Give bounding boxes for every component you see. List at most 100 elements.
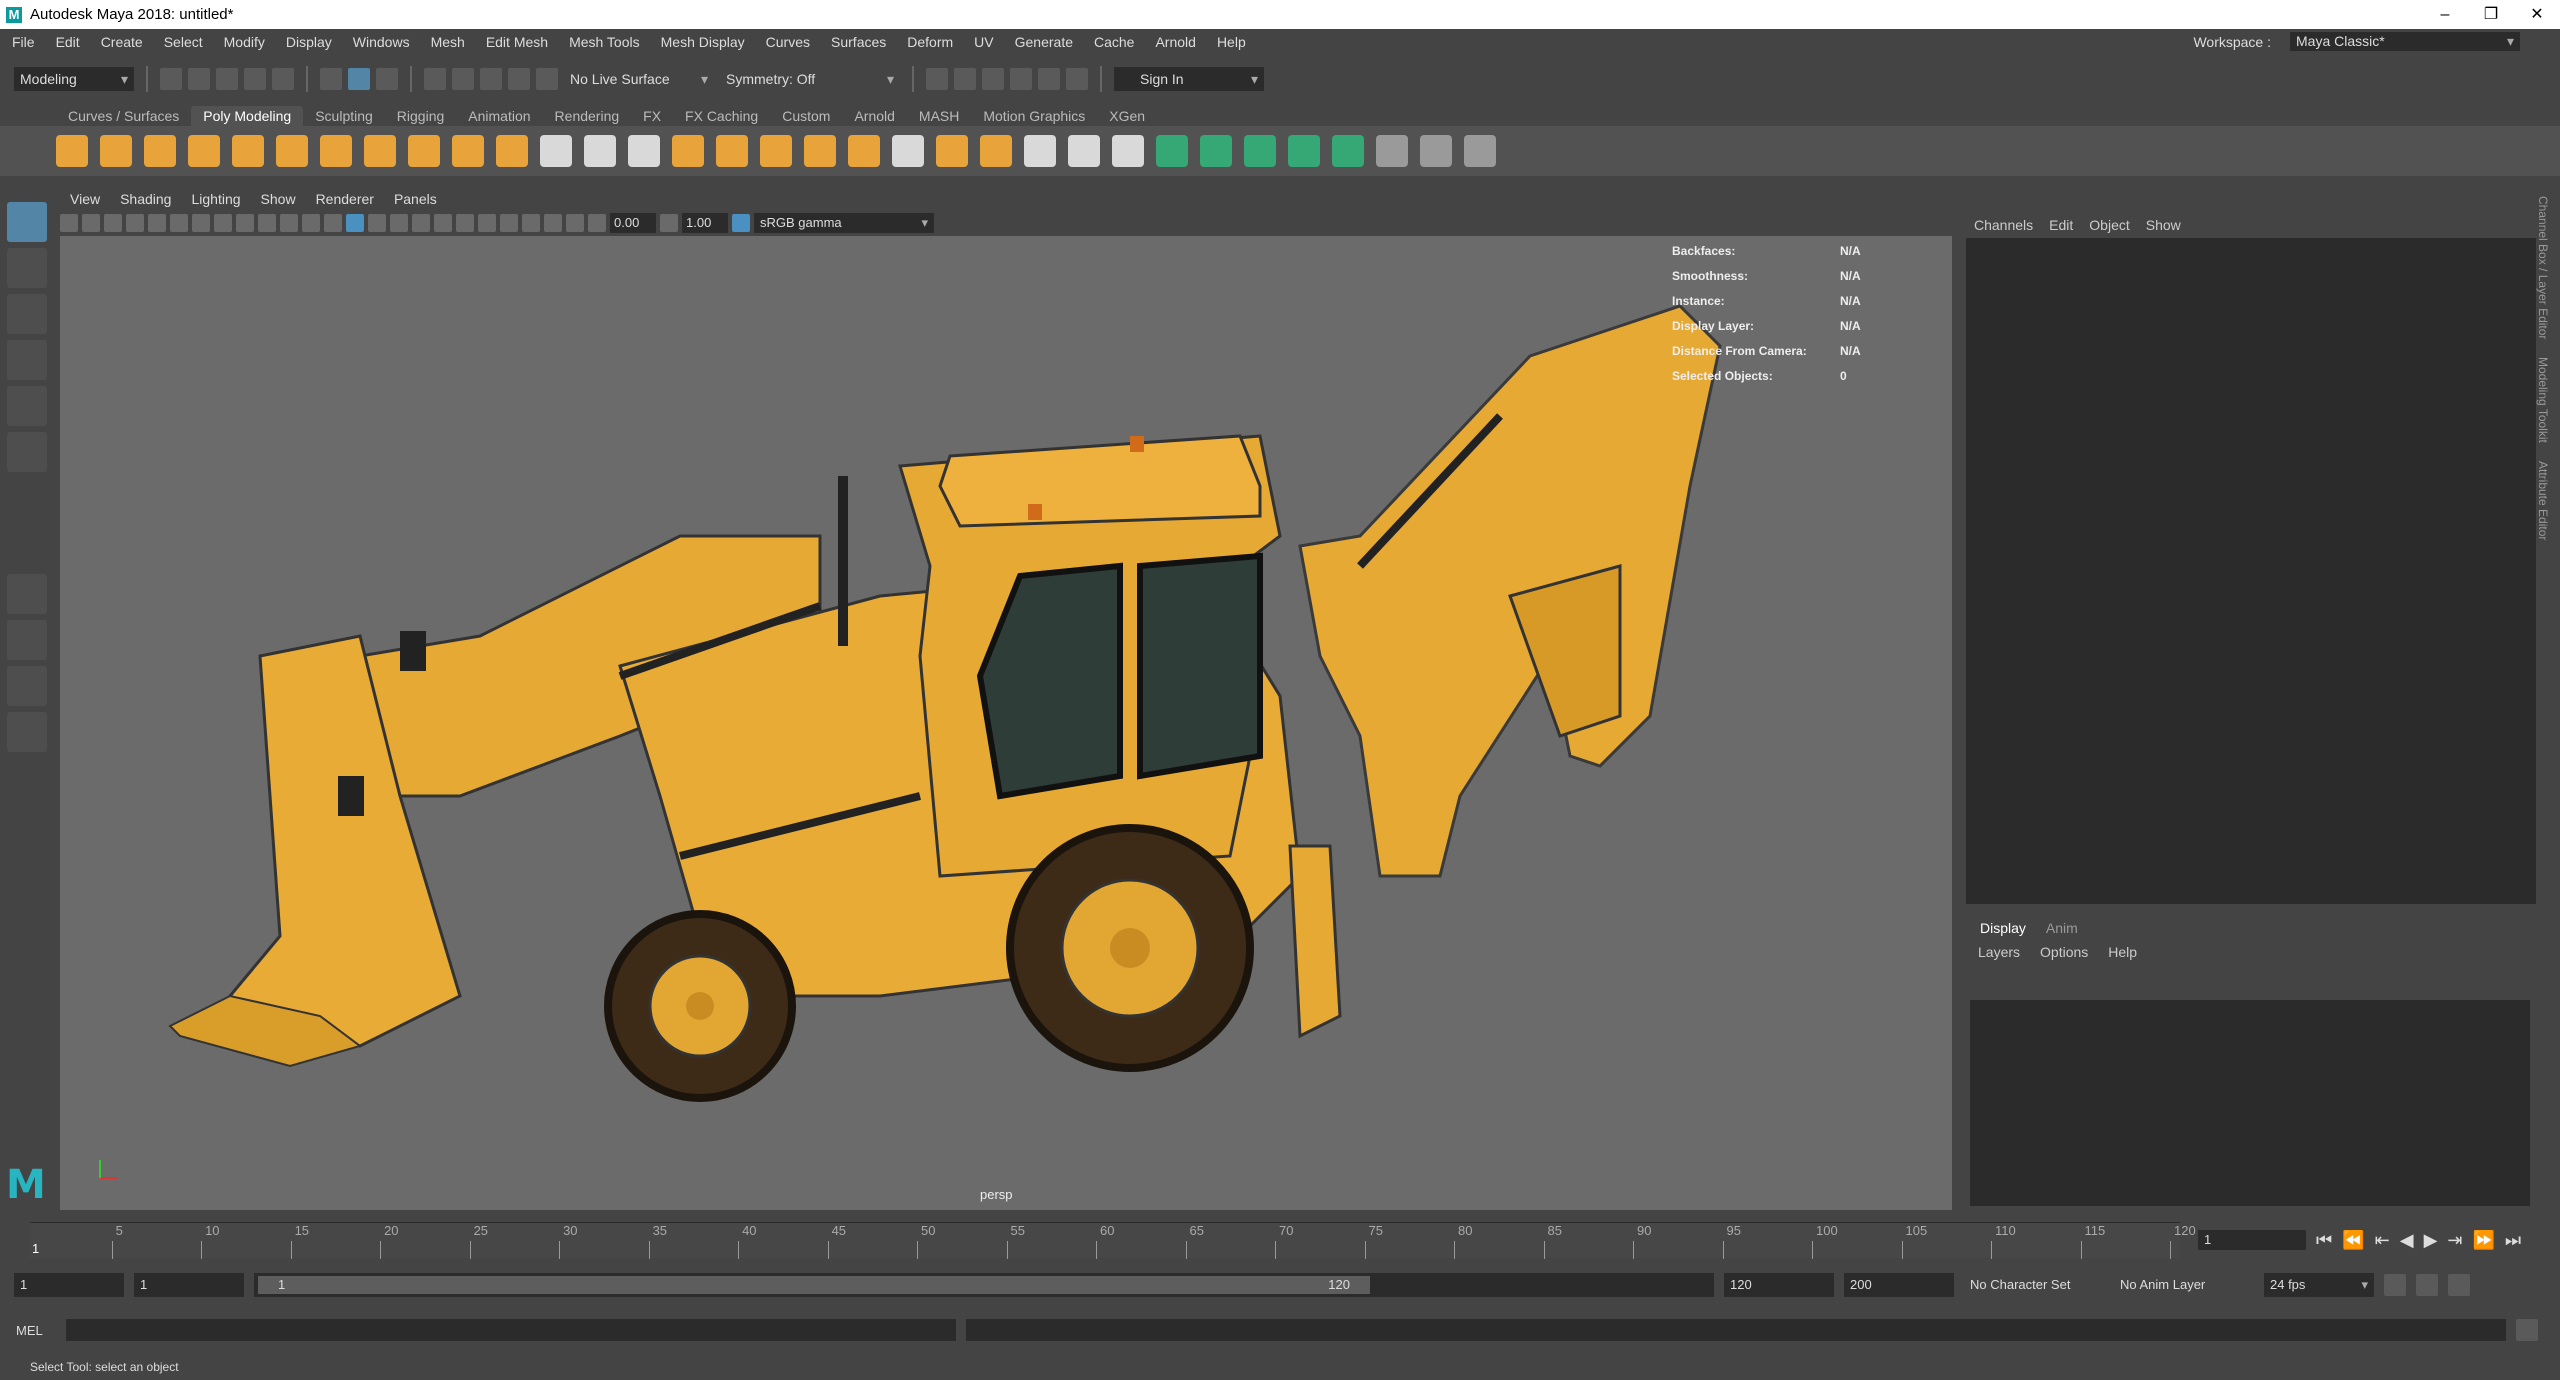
redo-icon[interactable]	[272, 68, 294, 90]
character-set-dropdown[interactable]: No Character Set	[1964, 1273, 2104, 1297]
playback-end-field[interactable]: 120	[1724, 1273, 1834, 1297]
animation-preferences-icon[interactable]	[2448, 1274, 2470, 1296]
loop-icon[interactable]	[2384, 1274, 2406, 1296]
menu-curves[interactable]: Curves	[754, 34, 819, 50]
open-scene-icon[interactable]	[188, 68, 210, 90]
shelf-tab-animation[interactable]: Animation	[456, 106, 542, 126]
poly-cylinder-icon[interactable]	[144, 135, 176, 167]
channel-box-menu-object[interactable]: Object	[2089, 217, 2129, 233]
insert-edge-loop-icon[interactable]	[1024, 135, 1056, 167]
menu-edit[interactable]: Edit	[44, 34, 89, 50]
hypershade-icon[interactable]	[1038, 68, 1060, 90]
poly-cone-icon[interactable]	[188, 135, 220, 167]
range-slider[interactable]: 1 120	[254, 1273, 1714, 1297]
layer-menu-options[interactable]: Options	[2040, 944, 2088, 960]
tab-anim[interactable]: Anim	[2046, 920, 2078, 936]
ipr-render-icon[interactable]	[982, 68, 1004, 90]
menu-uv[interactable]: UV	[962, 34, 1002, 50]
isolate-select-icon[interactable]	[522, 214, 540, 232]
poly-sphere-icon[interactable]	[56, 135, 88, 167]
select-camera-icon[interactable]	[60, 214, 78, 232]
auto-key-icon[interactable]	[2416, 1274, 2438, 1296]
perspective-viewport[interactable]	[60, 236, 1952, 1210]
select-hierarchy-icon[interactable]	[320, 68, 342, 90]
append-to-poly-icon[interactable]	[892, 135, 924, 167]
safe-action-icon[interactable]	[302, 214, 320, 232]
snap-curve-icon[interactable]	[452, 68, 474, 90]
scale-tool-icon[interactable]	[7, 432, 47, 472]
grid-icon[interactable]	[192, 214, 210, 232]
image-plane-icon[interactable]	[126, 214, 144, 232]
layer-menu-help[interactable]: Help	[2108, 944, 2137, 960]
extrude-icon[interactable]	[760, 135, 792, 167]
move-tool-icon[interactable]	[7, 340, 47, 380]
menu-create[interactable]: Create	[89, 34, 152, 50]
bevel-icon[interactable]	[848, 135, 880, 167]
boolean-icon[interactable]	[672, 135, 704, 167]
shelf-tab-arnold[interactable]: Arnold	[842, 106, 906, 126]
select-object-icon[interactable]	[348, 68, 370, 90]
2d-pan-zoom-icon[interactable]	[148, 214, 166, 232]
shelf-tab-fx[interactable]: FX	[631, 106, 673, 126]
step-forward-icon[interactable]: ⏩	[2473, 1230, 2495, 1251]
playback-start-field[interactable]: 1	[134, 1273, 244, 1297]
color-management-icon[interactable]	[732, 214, 750, 232]
multi-cut-icon[interactable]	[1068, 135, 1100, 167]
viewport-menu-panels[interactable]: Panels	[384, 191, 447, 207]
exposure-icon[interactable]	[588, 214, 606, 232]
grease-pencil-icon[interactable]	[170, 214, 188, 232]
play-forward-icon[interactable]: ▶	[2424, 1230, 2438, 1251]
viewport-menu-renderer[interactable]: Renderer	[306, 191, 384, 207]
time-slider[interactable]: 1 5 10 15 20 25 30 35 40 45 50 55 60 65 70 75 80 85 90 95 1…	[30, 1222, 2196, 1259]
platonic-solid-icon[interactable]	[364, 135, 396, 167]
snap-view-plane-icon[interactable]	[508, 68, 530, 90]
minimize-button[interactable]: –	[2422, 0, 2468, 29]
menu-windows[interactable]: Windows	[341, 34, 419, 50]
scene-start-field[interactable]: 1	[14, 1273, 124, 1297]
bookmarks-icon[interactable]	[104, 214, 122, 232]
pause-icon[interactable]	[1066, 68, 1088, 90]
field-chart-icon[interactable]	[280, 214, 298, 232]
poly-plane-icon[interactable]	[276, 135, 308, 167]
fill-hole-icon[interactable]	[936, 135, 968, 167]
render-settings-icon[interactable]	[1010, 68, 1032, 90]
smooth-shade-icon[interactable]	[346, 214, 364, 232]
undo-icon[interactable]	[244, 68, 266, 90]
snap-grid-icon[interactable]	[424, 68, 446, 90]
tab-display[interactable]: Display	[1980, 920, 2026, 936]
viewport-menu-lighting[interactable]: Lighting	[181, 191, 250, 207]
step-back-key-icon[interactable]: ⇤	[2375, 1230, 2390, 1251]
auto-uv-icon[interactable]	[1288, 135, 1320, 167]
script-editor-icon[interactable]	[2516, 1319, 2538, 1341]
layer-list[interactable]	[1970, 1000, 2530, 1206]
layer-menu-layers[interactable]: Layers	[1978, 944, 2020, 960]
combine-icon[interactable]	[540, 135, 572, 167]
restore-button[interactable]: ❐	[2468, 0, 2514, 29]
wireframe-icon[interactable]	[324, 214, 342, 232]
menu-arnold[interactable]: Arnold	[1143, 34, 1204, 50]
viewport-menu-shading[interactable]: Shading	[110, 191, 181, 207]
menu-select[interactable]: Select	[152, 34, 212, 50]
side-tab-attribute-editor[interactable]: Attribute Editor	[2536, 461, 2550, 540]
mirror-icon[interactable]	[716, 135, 748, 167]
rotate-tool-icon[interactable]	[7, 386, 47, 426]
planar-uv-icon[interactable]	[1156, 135, 1188, 167]
select-tool-icon[interactable]	[7, 202, 47, 242]
lasso-tool-icon[interactable]	[7, 248, 47, 288]
use-all-lights-icon[interactable]	[412, 214, 430, 232]
menu-help[interactable]: Help	[1205, 34, 1255, 50]
svg-icon[interactable]	[496, 135, 528, 167]
menu-cache[interactable]: Cache	[1082, 34, 1143, 50]
anti-aliasing-icon[interactable]	[500, 214, 518, 232]
symmetry-dropdown[interactable]: Symmetry: Off	[720, 67, 900, 91]
resolution-gate-icon[interactable]	[236, 214, 254, 232]
side-tab-modeling-toolkit[interactable]: Modeling Toolkit	[2536, 357, 2550, 443]
colorspace-dropdown[interactable]: sRGB gamma	[754, 213, 934, 233]
exposure-field[interactable]: 0.00	[610, 213, 656, 233]
script-language-label[interactable]: MEL	[16, 1323, 56, 1338]
textured-icon[interactable]	[390, 214, 408, 232]
fps-dropdown[interactable]: 24 fps	[2264, 1273, 2374, 1297]
shelf-tab-custom[interactable]: Custom	[770, 106, 842, 126]
channel-box-panel[interactable]	[1966, 238, 2536, 904]
xray-joints-icon[interactable]	[566, 214, 584, 232]
